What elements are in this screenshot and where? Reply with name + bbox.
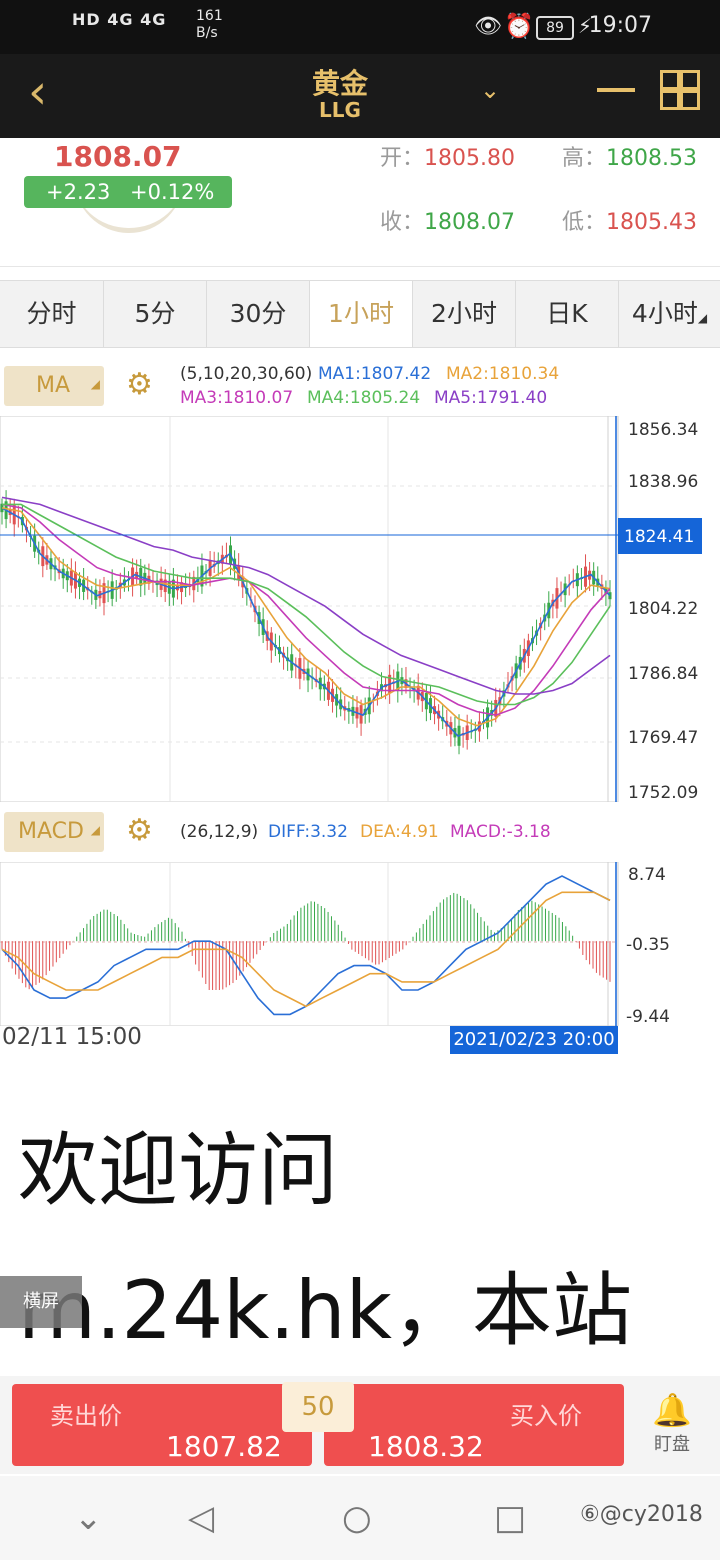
- network-speed: 161 B/s: [196, 8, 223, 41]
- macd-frame: [0, 862, 619, 1026]
- diff-value: DIFF:3.32: [268, 822, 348, 842]
- spread-badge: 50: [282, 1382, 354, 1432]
- ma-indicator-row: MA ◢ ⚙ (5,10,20,30,60) MA1:1807.42 MA2:18…: [0, 358, 720, 408]
- macd-select-button[interactable]: MACD ◢: [4, 812, 104, 852]
- change-badge: +2.23 +0.12%: [24, 176, 232, 208]
- home-circle-icon[interactable]: ○: [342, 1498, 372, 1538]
- chevron-down-icon[interactable]: ⌄: [74, 1498, 103, 1538]
- eye-icon: 👁: [474, 14, 502, 39]
- y-tick-label: 1786.84: [628, 664, 698, 684]
- back-icon[interactable]: ‹: [28, 68, 47, 116]
- tab-30min[interactable]: 30分: [207, 281, 310, 347]
- ma4-value: MA4:1805.24: [307, 388, 421, 408]
- low-field: 低：1805.43: [562, 210, 697, 235]
- date-axis: 02/11 15:00 2021/02/23 20:00: [0, 1024, 720, 1054]
- ma3-value: MA3:1810.07: [180, 388, 294, 408]
- ma2-value: MA2:1810.34: [446, 364, 560, 384]
- macd-chart[interactable]: 8.74 -0.35 -9.44: [0, 862, 720, 1026]
- crosshair-label: 1824.41: [624, 527, 694, 547]
- chevron-down-icon[interactable]: ⌄: [480, 76, 500, 104]
- y-tick-label: 1752.09: [628, 783, 698, 802]
- network-icons: HD 4G 4G: [72, 10, 167, 29]
- sell-button[interactable]: 卖出价 1807.82: [12, 1384, 312, 1466]
- tab-2hour[interactable]: 2小时: [413, 281, 516, 347]
- page-title[interactable]: 黄金: [260, 62, 420, 102]
- tab-5min[interactable]: 5分: [104, 281, 207, 347]
- tab-timeshare[interactable]: 分时: [0, 281, 104, 347]
- gear-icon[interactable]: ⚙: [126, 368, 153, 402]
- caret-icon: ◢: [697, 311, 708, 325]
- x-start-label: 02/11 15:00: [2, 1024, 142, 1050]
- chart-frame: [0, 416, 619, 802]
- macd-y-tick: 8.74: [628, 865, 666, 885]
- open-field: 开：1805.80: [380, 146, 515, 171]
- ma1-value: MA1:1807.42: [318, 364, 432, 384]
- y-tick-label: 1804.22: [628, 599, 698, 619]
- ma-params: (5,10,20,30,60): [180, 364, 313, 384]
- close-field: 收：1808.07: [380, 210, 515, 235]
- ad-banner[interactable]: 欢迎访问 m.24k.hk，本站 横屏: [0, 1066, 720, 1376]
- ma-select-button[interactable]: MA ◢: [4, 366, 104, 406]
- macd-params: (26,12,9): [180, 822, 259, 842]
- macd-value: MACD:-3.18: [450, 822, 551, 842]
- app-header: ‹ 黄金 LLG ⌄: [0, 54, 720, 138]
- watch-label: 盯盘: [654, 1434, 690, 1455]
- buy-price: 1808.32: [368, 1430, 484, 1463]
- system-nav-bar: ⌄ ◁ ○ □ ⑥@cy2018: [0, 1476, 720, 1560]
- gear-icon[interactable]: ⚙: [126, 814, 153, 848]
- y-tick-label: 1838.96: [628, 472, 698, 492]
- alarm-icon: ⏰: [504, 12, 534, 40]
- landscape-button[interactable]: 横屏: [0, 1276, 82, 1328]
- trade-bar: 卖出价 1807.82 买入价 1808.32 50 🔔 盯盘: [0, 1376, 720, 1474]
- ad-line-1: 欢迎访问: [18, 1124, 338, 1217]
- sell-label: 卖出价: [50, 1402, 122, 1430]
- grid-icon[interactable]: [660, 70, 700, 110]
- period-tabs: 分时 5分 30分 1小时 2小时 日K 4小时◢: [0, 280, 720, 348]
- watermark: ⑥@cy2018: [580, 1502, 703, 1527]
- x-crosshair-label: 2021/02/23 20:00: [450, 1026, 618, 1054]
- recents-square-icon[interactable]: □: [494, 1498, 526, 1538]
- page-subtitle[interactable]: LLG: [260, 98, 420, 122]
- battery-icon: 89: [536, 16, 574, 40]
- watch-button[interactable]: 🔔 盯盘: [640, 1390, 704, 1456]
- dea-value: DEA:4.91: [360, 822, 439, 842]
- quote-panel: 1808.07 +2.23 +0.12% 开：1805.80 高：1808.53…: [0, 138, 720, 267]
- macd-y-tick: -0.35: [626, 935, 670, 955]
- back-triangle-icon[interactable]: ◁: [188, 1498, 214, 1538]
- tab-4hour[interactable]: 4小时◢: [619, 281, 720, 347]
- high-field: 高：1808.53: [562, 146, 697, 171]
- sell-price: 1807.82: [166, 1430, 282, 1463]
- last-price: 1808.07: [54, 140, 182, 173]
- macd-indicator-row: MACD ◢ ⚙ (26,12,9) DIFF:3.32 DEA:4.91 MAC…: [0, 804, 720, 854]
- y-tick-label: 1856.34: [628, 420, 698, 440]
- ma5-value: MA5:1791.40: [434, 388, 548, 408]
- y-tick-label: 1769.47: [628, 728, 698, 748]
- minimize-icon[interactable]: [597, 88, 635, 92]
- candlestick-chart[interactable]: 1824.41 1856.34 1838.96 1804.22 1786.84 …: [0, 416, 720, 802]
- buy-label: 买入价: [510, 1402, 582, 1430]
- ad-line-2: m.24k.hk，本站: [18, 1264, 632, 1357]
- tab-1hour[interactable]: 1小时: [310, 281, 413, 347]
- bell-icon: 🔔: [652, 1391, 692, 1429]
- clock: 19:07: [588, 13, 652, 38]
- tab-daily[interactable]: 日K: [516, 281, 619, 347]
- caret-icon: ◢: [90, 377, 100, 391]
- change-value: +2.23: [46, 180, 111, 204]
- caret-icon: ◢: [90, 823, 100, 837]
- status-bar: HD 4G 4G 161 B/s 👁 ⏰ 89 ⚡ 19:07: [0, 0, 720, 54]
- buy-button[interactable]: 买入价 1808.32: [324, 1384, 624, 1466]
- change-percent: +0.12%: [130, 180, 215, 204]
